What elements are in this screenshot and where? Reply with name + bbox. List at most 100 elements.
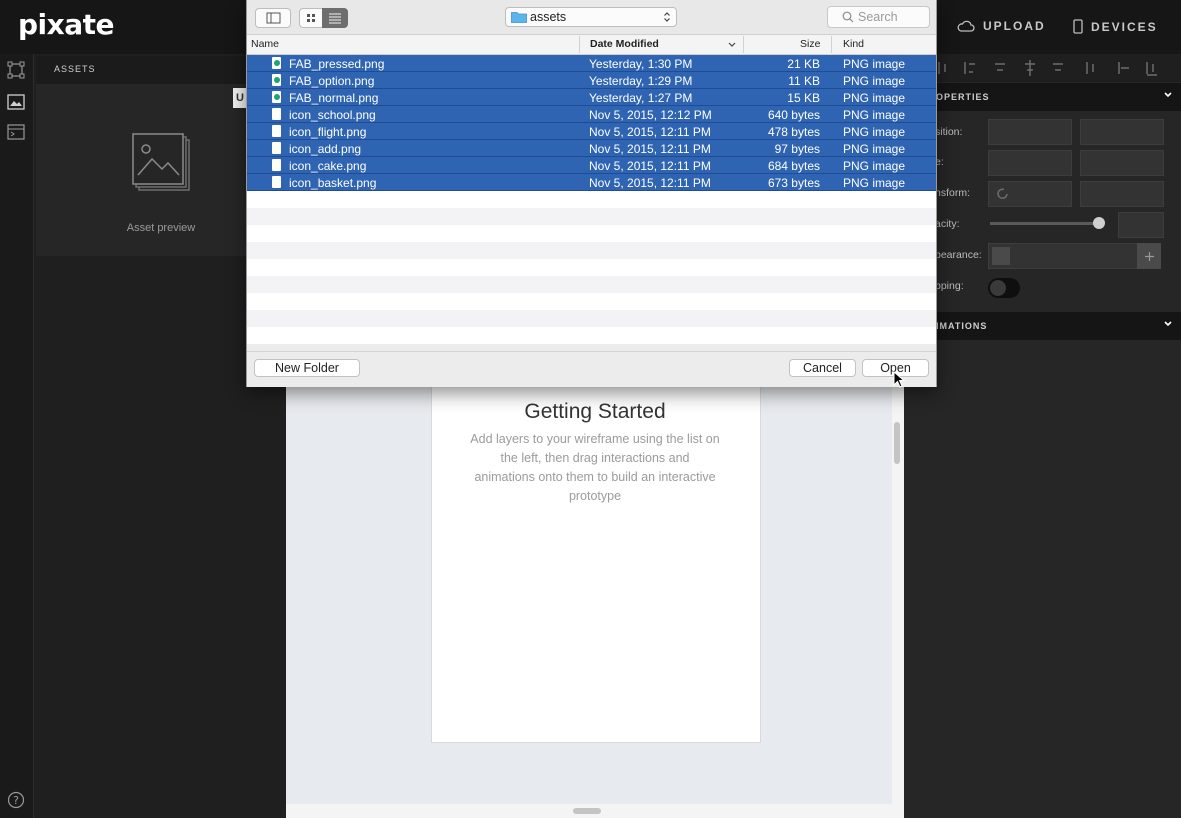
mouse-pointer-icon — [893, 370, 906, 394]
getting-started-title: Getting Started — [524, 400, 666, 423]
empty-row — [247, 327, 936, 344]
app-logo: pixate — [18, 8, 114, 41]
file-name: icon_flight.png — [289, 125, 367, 139]
file-kind: PNG image — [843, 108, 906, 122]
image-thumb-icon — [272, 91, 281, 103]
add-appearance-button[interactable] — [1137, 243, 1161, 269]
animations-section-header[interactable]: IMATIONS — [930, 312, 1181, 340]
devices-button[interactable]: DEVICES — [1073, 19, 1158, 34]
file-row[interactable]: FAB_normal.png Yesterday, 1:27 PM 15 KB PNG… — [247, 89, 936, 106]
blank-file-icon — [272, 176, 281, 188]
image-stack-icon — [132, 133, 192, 198]
file-kind: PNG image — [843, 159, 906, 173]
opacity-label: acity: — [935, 218, 960, 230]
empty-row — [247, 310, 936, 327]
file-name: icon_basket.png — [289, 176, 377, 190]
cancel-button[interactable]: Cancel — [789, 359, 856, 377]
file-date: Yesterday, 1:29 PM — [589, 74, 693, 88]
scale-field[interactable] — [1080, 181, 1164, 207]
phone-icon — [1073, 19, 1083, 34]
opacity-slider-thumb[interactable] — [1093, 217, 1105, 229]
position-y-field[interactable] — [1080, 119, 1164, 145]
location-label: assets — [530, 10, 567, 24]
height-field[interactable] — [1080, 150, 1164, 176]
file-name: FAB_pressed.png — [289, 57, 385, 71]
file-size: 11 KB — [788, 74, 820, 88]
rotate-icon — [997, 188, 1008, 199]
date-column-header[interactable]: Date Modified — [590, 38, 659, 50]
file-kind: PNG image — [843, 74, 906, 88]
file-row[interactable]: icon_cake.png Nov 5, 2015, 12:11 PM 684 by… — [247, 157, 936, 174]
sidebar-icon — [266, 12, 281, 24]
properties-section-title: OPERTIES — [936, 92, 990, 102]
dialog-toolbar: assets Search — [247, 0, 936, 35]
image-thumb-icon — [272, 57, 281, 69]
list-icon — [329, 13, 341, 24]
chevron-down-icon — [1164, 321, 1172, 327]
transform-label: nsform: — [935, 187, 971, 199]
blank-file-icon — [272, 142, 281, 154]
file-date: Nov 5, 2015, 12:12 PM — [589, 108, 712, 122]
assets-icon[interactable] — [6, 92, 26, 112]
animations-section-title: IMATIONS — [936, 321, 988, 331]
file-name: icon_add.png — [289, 142, 362, 156]
file-row[interactable]: icon_add.png Nov 5, 2015, 12:11 PM 97 byte… — [247, 140, 936, 157]
search-icon — [842, 11, 854, 23]
empty-row — [247, 293, 936, 310]
location-popup[interactable]: assets — [505, 7, 677, 27]
devices-label: DEVICES — [1091, 19, 1158, 34]
file-size: 640 bytes — [767, 108, 820, 122]
column-header: Name Date Modified Size Kind — [247, 35, 936, 55]
upload-button[interactable]: UPLOAD — [957, 19, 1046, 33]
file-kind: PNG image — [843, 91, 906, 105]
file-row[interactable]: icon_flight.png Nov 5, 2015, 12:11 PM 478 … — [247, 123, 936, 140]
empty-row — [247, 276, 936, 293]
file-row[interactable]: FAB_pressed.png Yesterday, 1:30 PM 21 KB PN… — [247, 55, 936, 72]
plus-icon — [1144, 251, 1154, 261]
file-name: icon_school.png — [289, 108, 376, 122]
vertical-scroll-thumb[interactable] — [894, 422, 900, 464]
kind-column-header[interactable]: Kind — [843, 38, 864, 50]
file-row[interactable]: icon_school.png Nov 5, 2015, 12:12 PM 640 … — [247, 106, 936, 123]
left-rail — [0, 54, 34, 818]
cloud-icon — [957, 20, 975, 32]
appearance-color-field[interactable] — [988, 243, 1138, 269]
file-size: 15 KB — [787, 91, 820, 105]
rotation-field[interactable] — [988, 181, 1072, 207]
opacity-field[interactable] — [1118, 212, 1164, 238]
layers-icon[interactable] — [6, 60, 26, 80]
size-column-header[interactable]: Size — [800, 38, 820, 50]
file-row[interactable]: icon_basket.png Nov 5, 2015, 12:11 PM 673 … — [247, 174, 936, 191]
file-size: 21 KB — [787, 57, 820, 71]
folder-icon — [511, 12, 527, 23]
sidebar-toggle-button[interactable] — [255, 8, 291, 28]
new-folder-button[interactable]: New Folder — [254, 359, 360, 377]
file-row[interactable]: FAB_option.png Yesterday, 1:29 PM 11 KB PNG… — [247, 72, 936, 89]
toggle-knob — [990, 280, 1006, 296]
empty-row — [247, 225, 936, 242]
help-icon[interactable]: ? — [6, 790, 26, 810]
file-list: FAB_pressed.png Yesterday, 1:30 PM 21 KB PN… — [247, 55, 936, 344]
width-field[interactable] — [988, 150, 1072, 176]
name-column-header[interactable]: Name — [251, 38, 279, 50]
svg-text:?: ? — [13, 794, 19, 807]
search-field[interactable]: Search — [827, 6, 930, 28]
color-swatch[interactable] — [992, 247, 1010, 265]
interactions-icon[interactable] — [6, 122, 26, 142]
chevron-updown-icon — [664, 12, 670, 22]
file-date: Yesterday, 1:27 PM — [589, 91, 693, 105]
file-kind: PNG image — [843, 142, 906, 156]
opacity-slider-track[interactable] — [990, 222, 1100, 225]
horizontal-scroll-thumb[interactable] — [573, 808, 601, 814]
file-kind: PNG image — [843, 125, 906, 139]
position-x-field[interactable] — [988, 119, 1072, 145]
blank-file-icon — [272, 125, 281, 137]
upload-label: UPLOAD — [983, 19, 1046, 33]
icon-view-button[interactable] — [299, 8, 323, 28]
getting-started-body: Add layers to your wireframe using the l… — [470, 432, 720, 503]
clipping-toggle[interactable] — [988, 278, 1020, 298]
empty-row — [247, 242, 936, 259]
list-view-button[interactable] — [322, 8, 348, 28]
properties-section-header[interactable]: OPERTIES — [930, 83, 1181, 111]
blank-file-icon — [272, 159, 281, 171]
